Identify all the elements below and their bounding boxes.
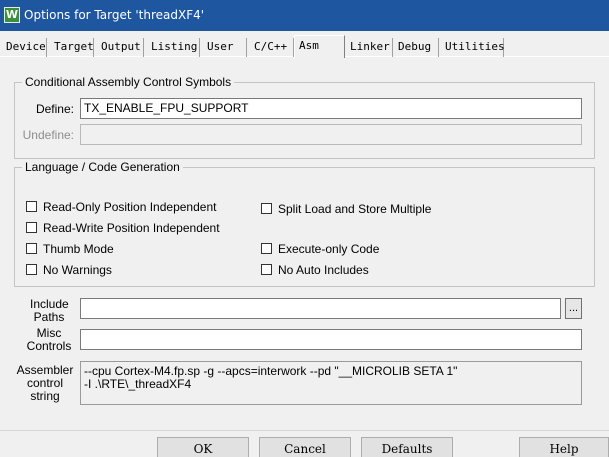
language-codegen-legend: Language / Code Generation xyxy=(25,160,180,174)
tab-linker[interactable]: Linker xyxy=(346,38,393,57)
no-warnings-label: No Warnings xyxy=(43,263,112,277)
tab-c-cpp[interactable]: C/C++ xyxy=(250,38,294,57)
no-auto-includes-checkbox[interactable]: No Auto Includes xyxy=(261,263,461,277)
assembler-control-label: Assembler control string xyxy=(16,363,74,403)
split-load-store-label: Split Load and Store Multiple xyxy=(278,202,432,216)
no-auto-includes-label: No Auto Includes xyxy=(278,263,369,277)
checkbox-box[interactable] xyxy=(26,264,37,275)
no-warnings-checkbox[interactable]: No Warnings xyxy=(26,263,226,277)
undefine-label: Undefine: xyxy=(22,128,74,142)
conditional-assembly-legend: Conditional Assembly Control Symbols xyxy=(25,75,232,89)
app-icon: W xyxy=(4,7,20,23)
checkbox-box[interactable] xyxy=(261,203,272,214)
read-write-pi-checkbox[interactable]: Read-Write Position Independent xyxy=(26,221,226,235)
split-load-store-checkbox[interactable]: Split Load and Store Multiple xyxy=(261,202,461,216)
checkbox-box[interactable] xyxy=(26,222,37,233)
tab-listing[interactable]: Listing xyxy=(147,38,200,57)
execute-only-label: Execute-only Code xyxy=(278,242,380,256)
tab-target[interactable]: Target xyxy=(50,38,94,57)
read-write-pi-label: Read-Write Position Independent xyxy=(43,221,220,235)
tab-debug[interactable]: Debug xyxy=(394,38,439,57)
misc-controls-label: Misc Controls xyxy=(26,326,72,353)
include-paths-browse-button[interactable]: ... xyxy=(565,298,582,319)
button-bar-separator xyxy=(0,430,609,431)
title-bar[interactable]: W Options for Target 'threadXF4' xyxy=(0,0,609,31)
define-label: Define: xyxy=(35,102,74,116)
control-string-line: -I .\RTE\_threadXF4 xyxy=(84,377,192,391)
thumb-mode-checkbox[interactable]: Thumb Mode xyxy=(26,242,226,256)
checkbox-box[interactable] xyxy=(261,243,272,254)
cancel-button[interactable]: Cancel xyxy=(259,437,351,457)
misc-controls-input[interactable] xyxy=(80,329,582,350)
include-paths-label: Include Paths xyxy=(30,297,69,324)
read-only-pi-checkbox[interactable]: Read-Only Position Independent xyxy=(26,200,226,214)
assembler-control-string: --cpu Cortex-M4.fp.sp -g --apcs=interwor… xyxy=(80,361,582,405)
checkbox-box[interactable] xyxy=(261,264,272,275)
tab-asm[interactable]: Asm xyxy=(294,35,345,58)
tab-user[interactable]: User xyxy=(203,38,247,57)
window-title: Options for Target 'threadXF4' xyxy=(24,8,205,22)
define-input[interactable]: TX_ENABLE_FPU_SUPPORT xyxy=(80,98,582,119)
read-only-pi-label: Read-Only Position Independent xyxy=(43,200,217,214)
asm-options-panel: Conditional Assembly Control Symbols Def… xyxy=(0,57,609,429)
thumb-mode-label: Thumb Mode xyxy=(43,242,114,256)
include-paths-input[interactable] xyxy=(80,298,561,319)
execute-only-checkbox[interactable]: Execute-only Code xyxy=(261,242,461,256)
tab-utilities[interactable]: Utilities xyxy=(441,38,505,57)
undefine-input xyxy=(80,124,582,145)
defaults-button[interactable]: Defaults xyxy=(361,437,453,457)
checkbox-box[interactable] xyxy=(26,243,37,254)
ok-button[interactable]: OK xyxy=(157,437,249,457)
tab-output[interactable]: Output xyxy=(97,38,144,57)
help-button[interactable]: Help xyxy=(519,437,609,457)
checkbox-box[interactable] xyxy=(26,201,37,212)
tab-strip: Device Target Output Listing User C/C++ … xyxy=(0,35,609,58)
tab-device[interactable]: Device xyxy=(2,38,47,57)
